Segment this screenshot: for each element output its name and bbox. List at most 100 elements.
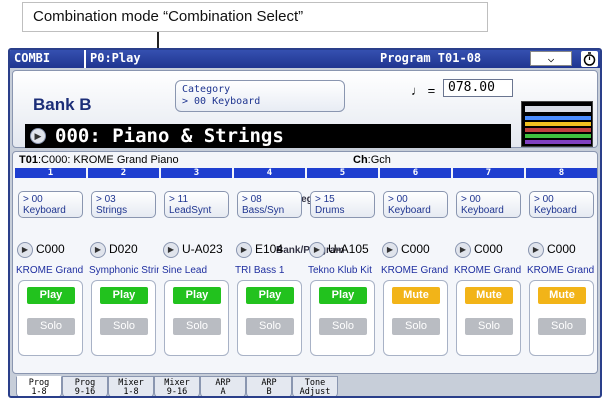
program-select-arrow-icon[interactable]: ▶ (17, 242, 33, 258)
timbre-category-button[interactable]: > 00 Keyboard (18, 191, 83, 218)
solo-button[interactable]: Solo (173, 318, 221, 335)
timbre-number: 1 (15, 168, 86, 178)
combination-name[interactable]: 000: Piano & Strings (55, 125, 284, 147)
page-menu-button[interactable]: ⌵ (530, 51, 572, 66)
timbre-column: 4 > 08 Bass/Syn ▶ E104 TRI Bass 1 Play So… (234, 168, 305, 373)
timbre-number: 3 (161, 168, 232, 178)
category-value: > 00 Keyboard (182, 96, 261, 107)
program-select-arrow-icon[interactable]: ▶ (90, 242, 106, 258)
solo-button[interactable]: Solo (246, 318, 294, 335)
program-select-arrow-icon[interactable]: ▶ (528, 242, 544, 258)
timbre-program-number: C000 (547, 242, 576, 257)
timbre-category-button[interactable]: > 00 Keyboard (383, 191, 448, 218)
timbre-number: 5 (307, 168, 378, 178)
tab-tone-adjust[interactable]: Tone Adjust (292, 376, 338, 397)
timbre-category-button[interactable]: > 00 Keyboard (529, 191, 594, 218)
timbre-number: 4 (234, 168, 305, 178)
solo-button[interactable]: Solo (465, 318, 513, 335)
timbre-category-button[interactable]: > 11 LeadSynt (164, 191, 229, 218)
timbre-program-name: KROME Grand Piano (454, 265, 524, 276)
top-bar: COMBI P0:Play Program T01-08 ⌵ (10, 50, 600, 68)
solo-button[interactable]: Solo (100, 318, 148, 335)
tab-label-line2: B (266, 387, 272, 397)
category-select-button[interactable]: Category > 00 Keyboard (175, 80, 345, 112)
timbre-column: 5 > 15 Drums ▶ U-A105 Tekno Klub Kit Play… (307, 168, 378, 373)
timbre-program-select[interactable]: ▶ C000 (382, 242, 451, 260)
mini-display-bar (525, 128, 591, 132)
combination-select-arrow-icon[interactable]: ▶ (30, 128, 46, 144)
play-mute-button[interactable]: Mute (538, 287, 586, 304)
timbre-program-select[interactable]: ▶ C000 (455, 242, 524, 260)
play-mute-button[interactable]: Mute (465, 287, 513, 304)
tab-label-line2: 9-16 (74, 387, 96, 397)
timbre-category-number: > 11 (169, 194, 188, 205)
tab-prog-1-8[interactable]: Prog 1-8 (16, 376, 62, 396)
mini-display-bar (525, 122, 591, 126)
solo-button[interactable]: Solo (392, 318, 440, 335)
timbre-column: 2 > 03 Strings ▶D020 Symphonic Strings P… (88, 168, 159, 373)
program-select-arrow-icon[interactable]: ▶ (382, 242, 398, 258)
tab-mixer-1-8[interactable]: Mixer 1-8 (108, 376, 154, 396)
timbre-category-number: > 00 (461, 194, 481, 205)
program-select-arrow-icon[interactable]: ▶ (455, 242, 471, 258)
timbre-program-select[interactable]: ▶ E104 (236, 242, 305, 260)
play-mute-button[interactable]: Mute (392, 287, 440, 304)
timbre-number: 7 (453, 168, 524, 178)
tempo-field[interactable]: 078.00 (443, 79, 513, 97)
timbre-button-area: Mute Solo (529, 280, 594, 356)
combination-header: Bank B Category > 00 Keyboard ♩ = 078.00… (12, 70, 598, 148)
timbre-column: 8 > 00 Keyboard ▶C000 KROME Grand Piano … (526, 168, 597, 373)
timbre-column: 7 > 00 Keyboard ▶C000 KROME Grand Piano … (453, 168, 524, 373)
timbre-program-select[interactable]: ▶ D020 (90, 242, 159, 260)
timbre-category-button[interactable]: > 08 Bass/Syn (237, 191, 302, 218)
play-mute-button[interactable]: Play (173, 287, 221, 304)
tab-label-line2: 9-16 (166, 387, 188, 397)
tab-bar: Prog 1-8 Prog 9-16 Mixer 1-8 Mixer 9-16 ARP A ARP B… (12, 376, 600, 397)
timbre-category-number: > 00 (534, 194, 554, 205)
timbre-category-name: Keyboard (23, 205, 66, 216)
program-select-arrow-icon[interactable]: ▶ (309, 242, 325, 258)
mini-display-bar (525, 116, 591, 120)
timbre-program-number: U-A105 (328, 242, 369, 257)
timbre-category-button[interactable]: > 15 Drums (310, 191, 375, 218)
timbre-category-name: Strings (96, 205, 128, 216)
channel-label: Ch (353, 154, 368, 166)
timbre-button-area: Play Solo (91, 280, 156, 356)
timbre-category-button[interactable]: > 03 Strings (91, 191, 156, 218)
timbre-program-select[interactable]: ▶ U-A023 (163, 242, 232, 260)
solo-button[interactable]: Solo (27, 318, 75, 335)
timbre-category-name: Drums (315, 205, 345, 216)
tab-arp-a[interactable]: ARP A (200, 376, 246, 396)
timbre-program-select[interactable]: ▶ C000 (528, 242, 597, 260)
play-mute-button[interactable]: Play (100, 287, 148, 304)
timbre-program-name: KROME Grand Piano (16, 265, 86, 276)
timbre-column: 6 > 00 Keyboard ▶C000 KROME Grand Piano … (380, 168, 451, 373)
timbre-category-number: > 15 (315, 194, 335, 205)
timbre-program-number: U-A023 (182, 242, 223, 257)
timbre-category-number: > 03 (96, 194, 116, 205)
timbre-button-area: Play Solo (18, 280, 83, 356)
solo-button[interactable]: Solo (319, 318, 367, 335)
tab-prog-9-16[interactable]: Prog 9-16 (62, 376, 108, 397)
timbre-category-name: Keyboard (534, 205, 577, 216)
play-mute-button[interactable]: Play (27, 287, 75, 304)
chevron-down-icon: ⌵ (547, 52, 555, 65)
timbre-program-select[interactable]: ▶ U-A105 (309, 242, 378, 260)
tab-arp-b[interactable]: ARP B (246, 376, 292, 397)
timbre-category-button[interactable]: > 00 Keyboard (456, 191, 521, 218)
tab-mixer-9-16[interactable]: Mixer 9-16 (154, 376, 200, 397)
play-mute-button[interactable]: Play (319, 287, 367, 304)
timbre-category-name: LeadSynt (169, 205, 212, 216)
timbre-program-select[interactable]: ▶ C000 (17, 242, 86, 260)
program-select-arrow-icon[interactable]: ▶ (163, 242, 179, 258)
program-select-arrow-icon[interactable]: ▶ (236, 242, 252, 258)
stopwatch-icon[interactable] (581, 51, 598, 67)
timbre-program-name: KROME Grand Piano (527, 265, 597, 276)
timbre-program-name: TRI Bass 1 (235, 265, 285, 276)
timbre-category-number: > 08 (242, 194, 262, 205)
solo-button[interactable]: Solo (538, 318, 586, 335)
timbre-button-area: Play Solo (310, 280, 375, 356)
tab-label-line2: Adjust (299, 387, 331, 397)
play-mute-button[interactable]: Play (246, 287, 294, 304)
timbre-button-area: Play Solo (237, 280, 302, 356)
